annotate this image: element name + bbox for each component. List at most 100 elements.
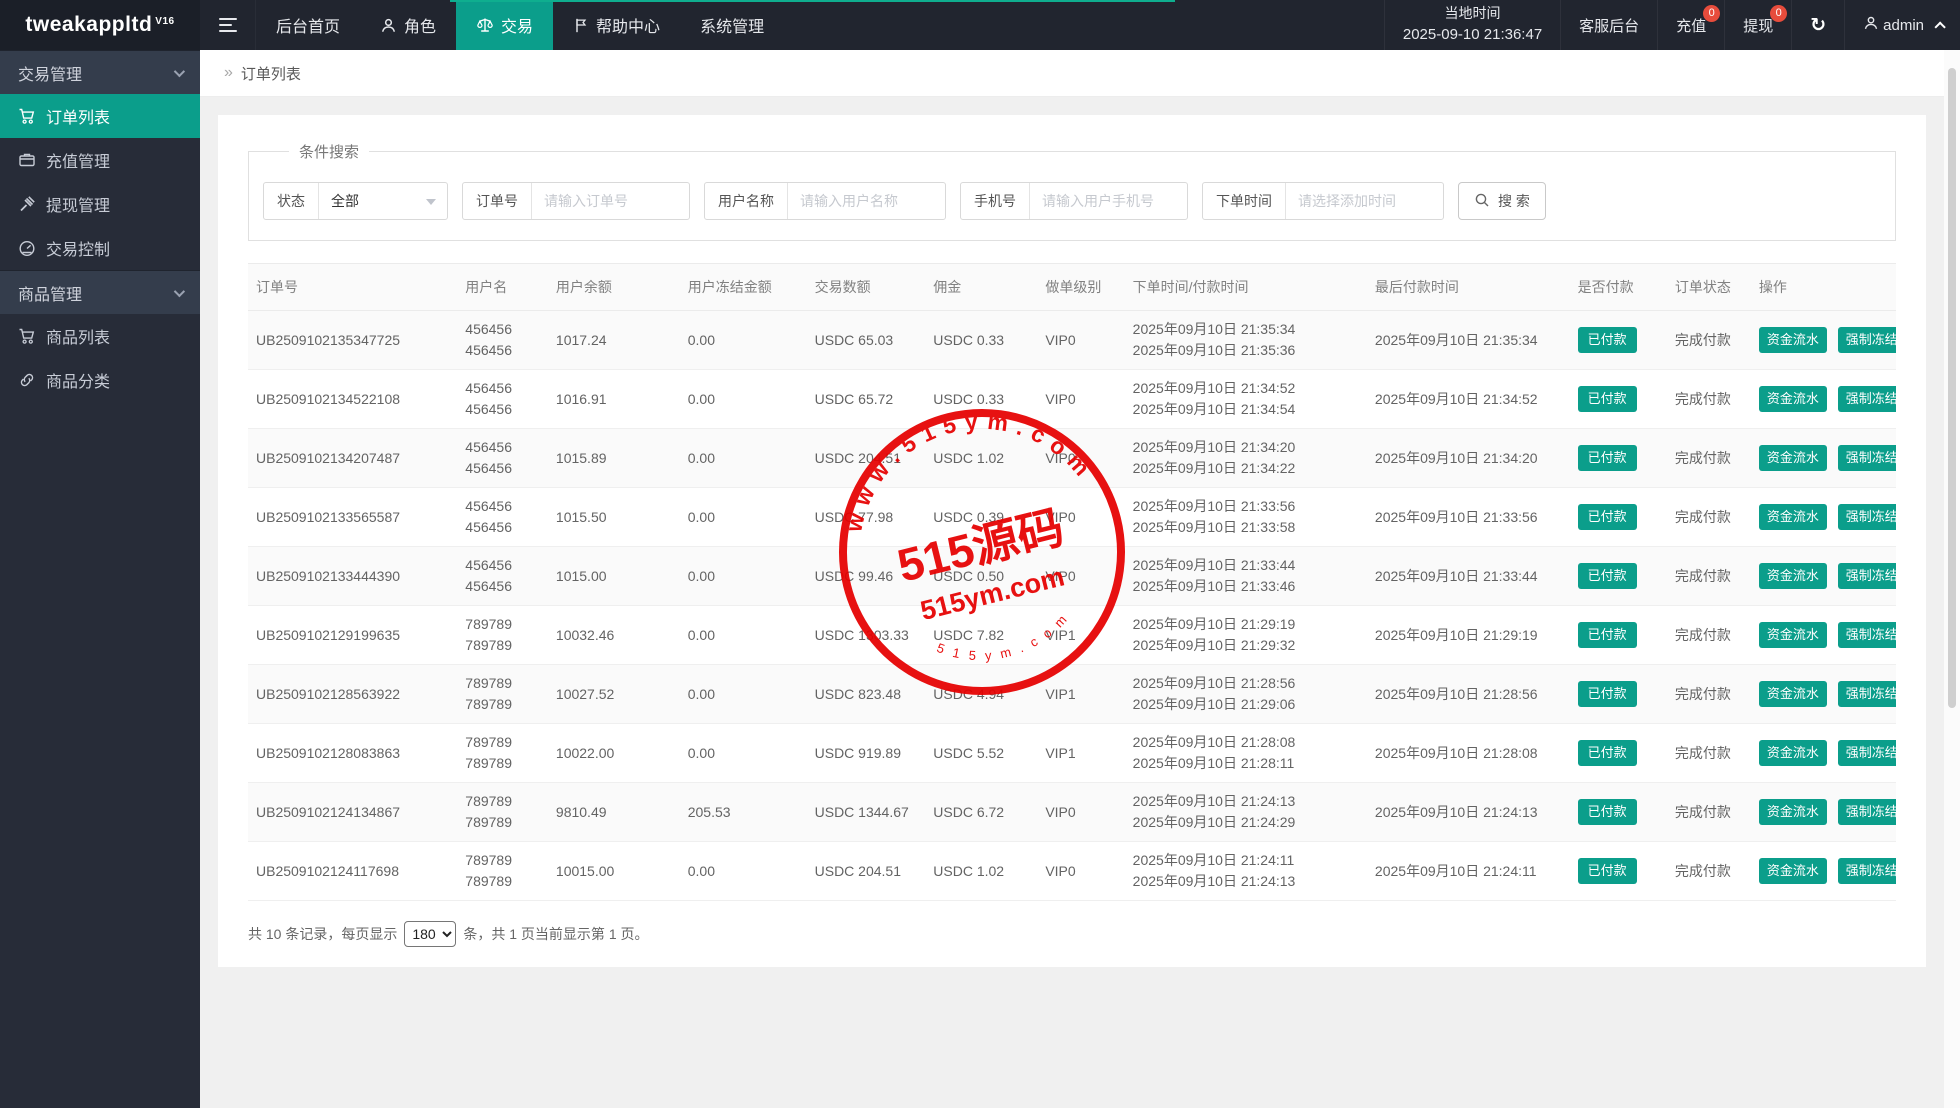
cell-order-pay-time: 2025年09月10日 21:28:08 2025年09月10日 21:28:1… [1125,724,1367,783]
sidebar-group-goods[interactable]: 商品管理 [0,270,200,314]
username-line1: 789789 [465,850,540,871]
sidebar-item-goods-list[interactable]: 商品列表 [0,314,200,358]
col-last-pay-time: 最后付款时间 [1367,264,1570,311]
order-no-input[interactable] [532,183,689,219]
col-order-no: 订单号 [248,264,457,311]
scrollbar-thumb[interactable] [1948,68,1956,708]
cell-paid: 已付款 [1570,370,1667,429]
username-filter: 用户名称 [704,182,946,220]
search-button[interactable]: 搜 索 [1458,182,1546,220]
username-input[interactable] [788,183,945,219]
force-freeze-button[interactable]: 强制冻结 [1838,445,1896,471]
fund-flow-button[interactable]: 资金流水 [1759,799,1827,825]
recharge-badge: 0 [1703,5,1720,22]
cell-username: 456456 456456 [457,429,548,488]
search-icon [1474,192,1490,211]
username-line2: 789789 [465,753,540,774]
col-paid: 是否付款 [1570,264,1667,311]
cell-level: VIP0 [1037,429,1124,488]
cell-level: VIP0 [1037,370,1124,429]
sidebar-item-order-list-label: 订单列表 [46,104,110,128]
cell-paid: 已付款 [1570,724,1667,783]
nav-trade[interactable]: 交易 [456,0,553,50]
username-line1: 789789 [465,791,540,812]
force-freeze-button[interactable]: 强制冻结 [1838,327,1896,353]
fund-flow-button[interactable]: 资金流水 [1759,445,1827,471]
sidebar-item-withdraw-mgmt[interactable]: 提现管理 [0,182,200,226]
cell-last-pay-time: 2025年09月10日 21:24:13 [1367,783,1570,842]
paid-badge: 已付款 [1578,858,1637,884]
sidebar-group-trade[interactable]: 交易管理 [0,50,200,94]
fund-flow-button[interactable]: 资金流水 [1759,327,1827,353]
sidebar-toggle-button[interactable] [200,0,256,50]
force-freeze-button[interactable]: 强制冻结 [1838,622,1896,648]
user-menu[interactable]: admin [1844,0,1960,50]
phone-input[interactable] [1030,183,1187,219]
table-header-row: 订单号 用户名 用户余额 用户冻结金额 交易数额 佣金 做单级别 下单时间/付款… [248,264,1896,311]
cell-level: VIP0 [1037,783,1124,842]
cell-username: 789789 789789 [457,724,548,783]
fund-flow-button[interactable]: 资金流水 [1759,681,1827,707]
cell-amount: USDC 823.48 [807,665,926,724]
force-freeze-button[interactable]: 强制冻结 [1838,799,1896,825]
nav-dashboard[interactable]: 后台首页 [256,0,360,50]
service-backend-link[interactable]: 客服后台 [1560,0,1657,50]
paid-badge: 已付款 [1578,563,1637,589]
order-time: 2025年09月10日 21:24:13 [1133,791,1359,812]
withdraw-link[interactable]: 提现 0 [1724,0,1791,50]
cell-commission: USDC 1.02 [925,842,1037,901]
pay-time: 2025年09月10日 21:33:58 [1133,517,1359,538]
fund-flow-button[interactable]: 资金流水 [1759,858,1827,884]
cell-amount: USDC 919.89 [807,724,926,783]
loading-progress-bar [450,0,1175,2]
cell-amount: USDC 77.98 [807,488,926,547]
nav-roles[interactable]: 角色 [360,0,456,50]
cell-paid: 已付款 [1570,488,1667,547]
status-select[interactable]: 全部 [319,183,447,219]
user-menu-label: admin [1883,17,1924,34]
force-freeze-button[interactable]: 强制冻结 [1838,681,1896,707]
header-right: 当地时间 2025-09-10 21:36:47 客服后台 充值 0 提现 0 … [1384,0,1960,50]
force-freeze-button[interactable]: 强制冻结 [1838,504,1896,530]
nav-system[interactable]: 系统管理 [680,0,784,50]
cell-username: 456456 456456 [457,488,548,547]
cell-status: 完成付款 [1667,370,1751,429]
fund-flow-button[interactable]: 资金流水 [1759,740,1827,766]
force-freeze-button[interactable]: 强制冻结 [1838,386,1896,412]
order-time-input[interactable] [1286,183,1443,219]
cell-order-pay-time: 2025年09月10日 21:28:56 2025年09月10日 21:29:0… [1125,665,1367,724]
paid-badge: 已付款 [1578,445,1637,471]
fund-flow-button[interactable]: 资金流水 [1759,504,1827,530]
username-line1: 456456 [465,437,540,458]
cell-status: 完成付款 [1667,311,1751,370]
sidebar-item-order-list[interactable]: 订单列表 [0,94,200,138]
recharge-label: 充值 [1676,15,1706,36]
sidebar-item-recharge-mgmt[interactable]: 充值管理 [0,138,200,182]
sidebar-group-trade-label: 交易管理 [18,61,82,85]
sidebar-item-trade-control[interactable]: 交易控制 [0,226,200,270]
user-icon [380,17,397,34]
cell-actions: 资金流水 强制冻结 [1751,488,1896,547]
cell-username: 789789 789789 [457,783,548,842]
paid-badge: 已付款 [1578,386,1637,412]
cell-level: VIP0 [1037,311,1124,370]
nav-help-center[interactable]: 帮助中心 [553,0,680,50]
col-commission: 佣金 [925,264,1037,311]
fund-flow-button[interactable]: 资金流水 [1759,563,1827,589]
scrollbar[interactable] [1944,50,1960,1108]
breadcrumb-chevrons-icon: » [224,64,233,82]
col-username: 用户名 [457,264,548,311]
sidebar-item-goods-category[interactable]: 商品分类 [0,358,200,402]
force-freeze-button[interactable]: 强制冻结 [1838,858,1896,884]
force-freeze-button[interactable]: 强制冻结 [1838,740,1896,766]
per-page-select[interactable]: 180 [404,921,456,947]
username-line2: 789789 [465,694,540,715]
fund-flow-button[interactable]: 资金流水 [1759,622,1827,648]
force-freeze-button[interactable]: 强制冻结 [1838,563,1896,589]
cell-last-pay-time: 2025年09月10日 21:33:56 [1367,488,1570,547]
recharge-link[interactable]: 充值 0 [1657,0,1724,50]
fund-flow-button[interactable]: 资金流水 [1759,386,1827,412]
app-logo-text: tweakappltd [25,13,152,37]
refresh-button[interactable]: ↻ [1791,0,1844,50]
col-order-pay-time: 下单时间/付款时间 [1125,264,1367,311]
